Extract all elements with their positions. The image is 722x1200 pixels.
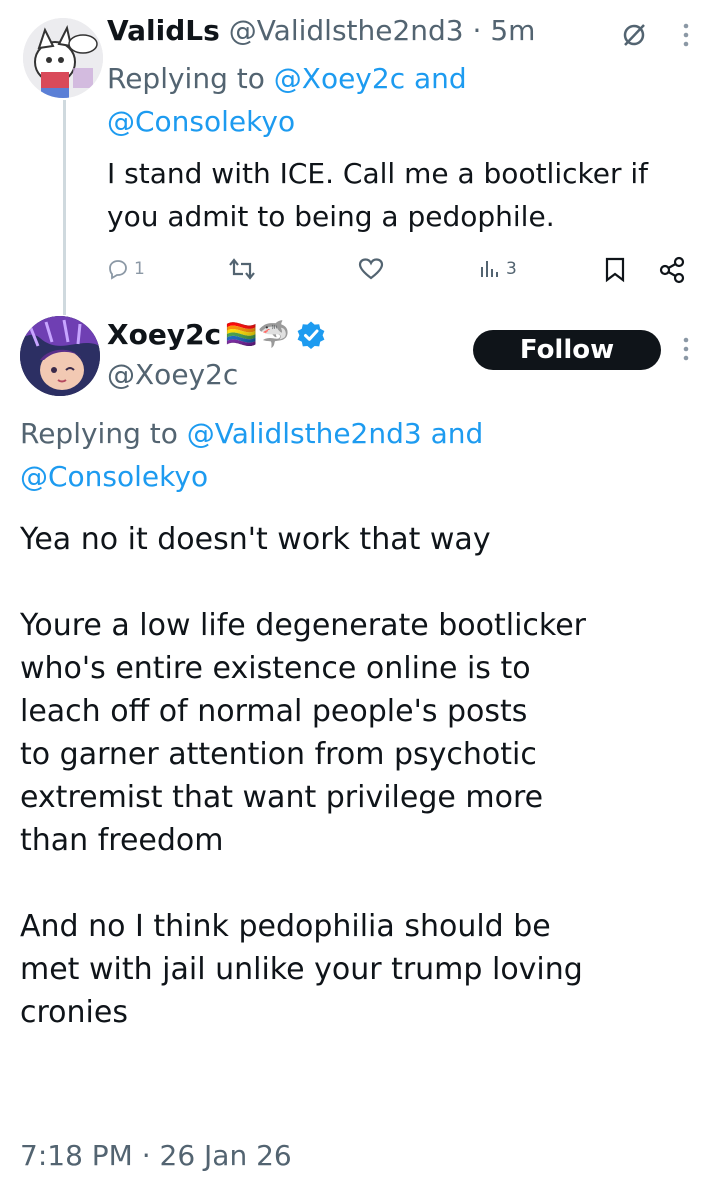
tweet-text-line: you admit to being a pedophile. (107, 200, 555, 233)
mention-link[interactable]: @Xoey2c (274, 62, 405, 95)
views-icon (481, 261, 498, 277)
replying-to-prefix: Replying to (20, 417, 178, 450)
author-handle[interactable]: @Xoey2c (107, 358, 238, 391)
mention-link[interactable]: @Consolekyo (107, 105, 295, 138)
more-icon[interactable] (682, 336, 690, 362)
tweet-text: I stand with ICE. Call me a bootlicker i… (107, 152, 648, 238)
views-button[interactable]: 3 (478, 254, 517, 284)
avatar[interactable] (23, 18, 103, 98)
share-icon[interactable] (659, 256, 685, 284)
post-time[interactable]: 5m (490, 14, 535, 47)
views-count: 3 (506, 259, 517, 279)
like-icon (358, 258, 384, 280)
bookmark-icon[interactable] (604, 257, 626, 283)
more-icon[interactable] (682, 22, 690, 48)
reply-icon (109, 260, 127, 280)
separator: · (472, 14, 482, 47)
replying-to: Replying to @Validlsthe2nd3 and @Console… (20, 412, 700, 498)
replying-to-and: and (414, 62, 467, 95)
avatar-image (23, 18, 103, 98)
replying-to: Replying to @Xoey2c and @Consolekyo (107, 57, 667, 143)
author-name[interactable]: ValidLs (107, 14, 220, 47)
post-timestamp[interactable]: 7:18 PM · 26 Jan 26 (20, 1139, 292, 1172)
avatar-image (20, 316, 100, 396)
follow-button[interactable]: Follow (473, 330, 661, 370)
mention-link[interactable]: @Validlsthe2nd3 (187, 417, 422, 450)
avatar[interactable] (20, 316, 100, 396)
mention-link[interactable]: @Consolekyo (20, 460, 208, 493)
grok-icon[interactable] (621, 22, 647, 48)
author-handle[interactable]: @Validlsthe2nd3 (229, 14, 464, 47)
like-button[interactable] (358, 254, 384, 284)
replying-to-and: and (430, 417, 484, 450)
author-name[interactable]: Xoey2c (107, 318, 221, 351)
reply-button[interactable]: 1 (106, 254, 145, 284)
reply-count: 1 (134, 259, 145, 279)
retweet-button[interactable] (228, 254, 256, 284)
tweet-body: Yea no it doesn't work that way Youre a … (20, 522, 587, 1030)
retweet-icon (229, 258, 255, 280)
tweet-text-line: I stand with ICE. Call me a bootlicker i… (107, 157, 648, 190)
verified-badge-icon (297, 321, 325, 349)
thread-line (63, 100, 66, 315)
replying-to-prefix: Replying to (107, 62, 265, 95)
emoji-badges: 🏳️‍🌈🦈 (225, 319, 290, 350)
